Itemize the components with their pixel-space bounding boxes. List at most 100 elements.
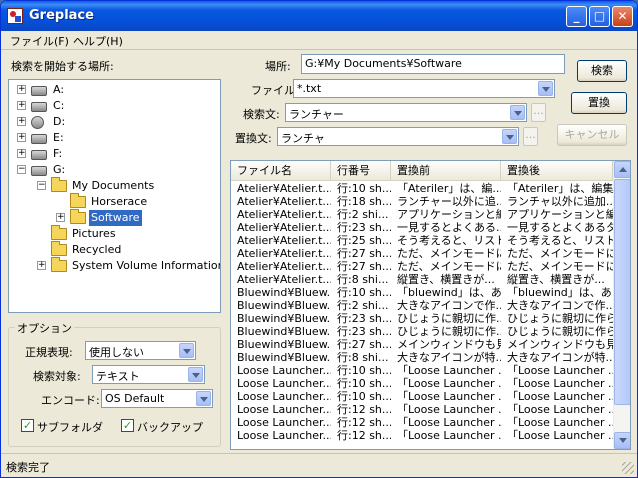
tree-item-d[interactable]: + D: bbox=[9, 114, 220, 130]
app-icon[interactable] bbox=[7, 8, 23, 24]
minimize-button[interactable]: _ bbox=[566, 6, 587, 27]
title-bar[interactable]: Greplace _ □ ✕ bbox=[1, 1, 637, 31]
search-text-options-button[interactable]: ... bbox=[531, 103, 546, 122]
table-row[interactable]: Loose Launcher... 行:10 sh... 「Loose Launch… bbox=[231, 364, 613, 377]
cell-filename: Atelier¥Atelier.t... bbox=[237, 182, 331, 195]
table-row[interactable]: Atelier¥Atelier.t... 行:27 sh... ただ、メインモードに… bbox=[231, 260, 613, 273]
table-row[interactable]: Loose Launcher... 行:10 sh... 「Loose Launch… bbox=[231, 390, 613, 403]
chevron-down-icon[interactable] bbox=[510, 105, 525, 120]
results-list[interactable]: ファイル名 行番号 置換前 置換後 Atelier¥Atelier.t... 行:… bbox=[230, 160, 631, 450]
tree-item-my-documents[interactable]: − My Documents bbox=[9, 177, 220, 194]
chevron-down-icon[interactable] bbox=[179, 343, 194, 358]
scrollbar-thumb[interactable] bbox=[614, 179, 630, 405]
file-pattern-select[interactable]: *.txt bbox=[293, 79, 555, 98]
expand-icon[interactable]: + bbox=[17, 85, 26, 94]
subfolder-checkbox[interactable]: ✓ bbox=[21, 419, 34, 432]
table-row[interactable]: Loose Launcher... 行:12 sh... 「Loose Launch… bbox=[231, 429, 613, 442]
search-target-select[interactable]: テキスト bbox=[92, 365, 205, 384]
expand-icon[interactable]: + bbox=[17, 117, 26, 126]
menu-help[interactable]: ヘルプ(H) bbox=[73, 33, 123, 49]
table-row[interactable]: Atelier¥Atelier.t... 行:27 sh... ただ、メインモードに… bbox=[231, 247, 613, 260]
chevron-down-icon[interactable] bbox=[502, 129, 517, 144]
table-row[interactable]: Bluewind¥Bluew... 行:2 shi... 大きなアイコンで作... 大… bbox=[231, 299, 613, 312]
search-target-label: 検索対象: bbox=[33, 370, 81, 383]
table-row[interactable]: Bluewind¥Bluew... 行:27 sh... メインウィンドウも見...… bbox=[231, 338, 613, 351]
tree-item-c[interactable]: + C: bbox=[9, 98, 220, 114]
expand-icon[interactable]: + bbox=[56, 213, 65, 222]
regex-label: 正規表現: bbox=[25, 346, 73, 359]
menu-file[interactable]: ファイル(F) bbox=[10, 33, 69, 49]
table-row[interactable]: Loose Launcher... 行:12 sh... 「Loose Launch… bbox=[231, 403, 613, 416]
chevron-down-icon[interactable] bbox=[538, 81, 553, 96]
search-text-combo[interactable]: ランチャー bbox=[285, 103, 527, 122]
scroll-down-icon[interactable] bbox=[614, 432, 630, 449]
table-row[interactable]: Atelier¥Atelier.t... 行:10 sh... 「Ateriler」… bbox=[231, 182, 613, 195]
collapse-icon[interactable]: − bbox=[17, 165, 26, 174]
collapse-icon[interactable]: − bbox=[37, 181, 46, 190]
tree-item-pictures[interactable]: Pictures bbox=[9, 225, 220, 242]
subfolder-label[interactable]: サブフォルダ bbox=[37, 419, 103, 435]
encoding-select[interactable]: OS Default bbox=[101, 389, 213, 408]
tree-item-recycled[interactable]: Recycled bbox=[9, 241, 220, 258]
expand-icon[interactable]: + bbox=[37, 261, 46, 270]
cell-filename: Bluewind¥Bluew... bbox=[237, 338, 331, 351]
folder-tree[interactable]: + A: + C: + D: + E: + F: − G: − My Docum… bbox=[8, 79, 221, 313]
tree-item-e[interactable]: + E: bbox=[9, 130, 220, 146]
tree-item-software[interactable]: + Software bbox=[9, 209, 220, 226]
table-row[interactable]: Bluewind¥Bluew... 行:10 sh... 「bluewind」は、あ… bbox=[231, 286, 613, 299]
search-button[interactable]: 検索 bbox=[577, 60, 627, 82]
resize-grip-icon[interactable] bbox=[622, 462, 634, 474]
column-header-before[interactable]: 置換前 bbox=[391, 161, 501, 181]
location-value: G:¥My Documents¥Software bbox=[305, 57, 462, 70]
cell-filename: Atelier¥Atelier.t... bbox=[237, 221, 331, 234]
expand-icon[interactable]: + bbox=[17, 149, 26, 158]
cell-line: 行:12 sh... bbox=[337, 403, 391, 416]
cancel-button[interactable]: キャンセル bbox=[557, 124, 627, 146]
table-row[interactable]: Atelier¥Atelier.t... 行:2 shi... アプリケーションと編… bbox=[231, 208, 613, 221]
expand-icon[interactable]: + bbox=[17, 101, 26, 110]
backup-label[interactable]: バックアップ bbox=[137, 419, 203, 435]
options-group-title: オプション bbox=[15, 320, 74, 336]
scroll-up-icon[interactable] bbox=[614, 161, 630, 178]
replace-text-combo[interactable]: ランチャ bbox=[277, 127, 519, 146]
maximize-button[interactable]: □ bbox=[589, 6, 610, 27]
table-row[interactable]: Bluewind¥Bluew... 行:23 sh... ひじょうに親切に作... ひ… bbox=[231, 312, 613, 325]
cell-line: 行:2 shi... bbox=[337, 208, 389, 221]
cell-after: 「Loose Launcher ... bbox=[507, 377, 613, 390]
tree-item-horserace[interactable]: Horserace bbox=[9, 193, 220, 210]
folder-icon bbox=[70, 193, 86, 208]
column-header-after[interactable]: 置換後 bbox=[501, 161, 613, 181]
table-row[interactable]: Loose Launcher... 行:10 sh... 「Loose Launch… bbox=[231, 377, 613, 390]
cell-filename: Loose Launcher... bbox=[237, 364, 331, 377]
cell-line: 行:27 sh... bbox=[337, 247, 391, 260]
expand-icon[interactable]: + bbox=[17, 133, 26, 142]
tree-item-a[interactable]: + A: bbox=[9, 82, 220, 98]
cell-after: メインウィンドウも見... bbox=[507, 338, 613, 351]
table-row[interactable]: Atelier¥Atelier.t... 行:25 sh... そう考えると、リスト… bbox=[231, 234, 613, 247]
close-button[interactable]: ✕ bbox=[612, 6, 633, 27]
table-row[interactable]: Atelier¥Atelier.t... 行:8 shi... 縦置き、横置きが..… bbox=[231, 273, 613, 286]
table-row[interactable]: Bluewind¥Bluew... 行:23 sh... ひじょうに親切に作... ひ… bbox=[231, 325, 613, 338]
tree-item-label: A: bbox=[53, 83, 65, 96]
table-row[interactable]: Atelier¥Atelier.t... 行:18 sh... ランチャー以外に追.… bbox=[231, 195, 613, 208]
search-target-value: テキスト bbox=[96, 370, 140, 383]
chevron-down-icon[interactable] bbox=[196, 391, 211, 406]
column-header-filename[interactable]: ファイル名 bbox=[231, 161, 331, 181]
replace-text-value: ランチャ bbox=[281, 132, 325, 145]
results-scrollbar[interactable] bbox=[613, 161, 630, 449]
column-header-line[interactable]: 行番号 bbox=[331, 161, 391, 181]
tree-item-system-volume-information[interactable]: + System Volume Information bbox=[9, 257, 220, 274]
search-text-value: ランチャー bbox=[289, 108, 344, 121]
table-row[interactable]: Bluewind¥Bluew... 行:8 shi... 大きなアイコンが特... 大… bbox=[231, 351, 613, 364]
location-input[interactable]: G:¥My Documents¥Software bbox=[301, 54, 565, 74]
replace-text-options-button[interactable]: ... bbox=[523, 127, 538, 146]
backup-checkbox[interactable]: ✓ bbox=[121, 419, 134, 432]
tree-item-f[interactable]: + F: bbox=[9, 146, 220, 162]
regex-select-value: 使用しない bbox=[89, 346, 144, 359]
chevron-down-icon[interactable] bbox=[188, 367, 203, 382]
table-row[interactable]: Atelier¥Atelier.t... 行:23 sh... 一見するとよくある.… bbox=[231, 221, 613, 234]
regex-select[interactable]: 使用しない bbox=[85, 341, 196, 360]
table-row[interactable]: Loose Launcher... 行:12 sh... 「Loose Launch… bbox=[231, 416, 613, 429]
replace-button[interactable]: 置換 bbox=[571, 92, 627, 114]
tree-item-g[interactable]: − G: bbox=[9, 162, 220, 178]
